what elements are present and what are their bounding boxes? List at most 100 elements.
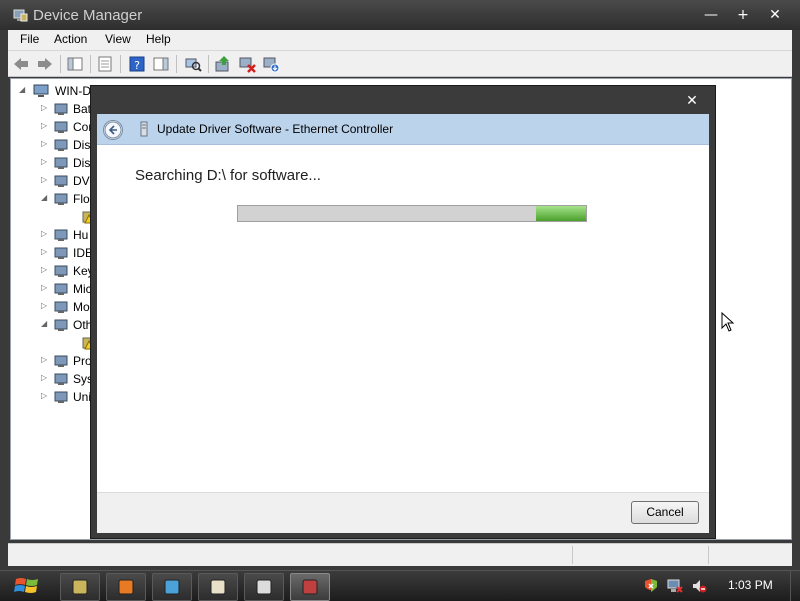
taskbar-item[interactable] — [152, 573, 192, 601]
properties-icon[interactable] — [96, 55, 114, 73]
tree-item[interactable]: ▷ Bat — [11, 101, 101, 117]
tree-item[interactable] — [11, 209, 101, 225]
mouse-cursor-icon — [721, 312, 735, 332]
expand-icon[interactable]: ▷ — [41, 392, 49, 400]
usb-controller-icon — [54, 391, 68, 403]
update-driver-dialog: ✕ Update Driver Software - Ethernet Cont… — [90, 85, 716, 539]
clock[interactable]: 1:03 PM — [728, 578, 773, 592]
tree-item[interactable] — [11, 335, 101, 351]
tree-item[interactable]: ▷ Key — [11, 263, 101, 279]
tree-item[interactable]: ▷ Dis — [11, 137, 101, 153]
expand-icon[interactable]: ▷ — [41, 248, 49, 256]
tree-item-label: Mo — [73, 300, 90, 314]
ide-controller-icon — [54, 247, 68, 259]
tree-item[interactable]: ▷ IDE — [11, 245, 101, 261]
action-center-icon[interactable] — [643, 578, 659, 594]
dialog-content: Update Driver Software - Ethernet Contro… — [97, 114, 709, 533]
collapse-icon[interactable]: ◢ — [19, 86, 27, 94]
scan-hardware-icon[interactable] — [184, 55, 202, 73]
window-title: Device Manager — [33, 7, 143, 24]
tree-root-label: WIN-D — [55, 84, 91, 98]
tree-item[interactable]: ▷ DVI — [11, 173, 101, 189]
taskbar-item[interactable] — [198, 573, 238, 601]
status-cell — [708, 546, 793, 564]
volume-muted-icon[interactable] — [691, 578, 707, 594]
title-bar[interactable]: Device Manager — + ✕ — [0, 0, 800, 30]
expand-icon[interactable]: ▷ — [41, 122, 49, 130]
cancel-button[interactable]: Cancel — [631, 501, 699, 524]
status-bar — [8, 543, 792, 566]
back-arrow-icon[interactable] — [103, 120, 123, 140]
computer-icon — [54, 121, 68, 133]
tree-item[interactable]: ▷ Mo — [11, 299, 101, 315]
tree-item[interactable]: ◢ Oth — [11, 317, 101, 333]
help-icon[interactable]: ? — [128, 55, 146, 73]
menu-help[interactable]: Help — [146, 32, 171, 46]
other-devices-icon — [54, 319, 68, 331]
expand-icon[interactable]: ▷ — [41, 158, 49, 166]
network-icon[interactable] — [667, 578, 683, 594]
floppy-controller-icon — [54, 193, 68, 205]
collapse-icon[interactable]: ◢ — [41, 320, 49, 328]
menu-file[interactable]: File — [20, 32, 39, 46]
show-desktop-button[interactable] — [790, 571, 800, 601]
expand-icon[interactable]: ▷ — [41, 284, 49, 292]
taskbar-item[interactable] — [244, 573, 284, 601]
tree-item-label: Bat — [73, 102, 92, 116]
computer-icon — [33, 84, 49, 97]
dialog-close-button[interactable]: ✕ — [679, 92, 705, 110]
taskbar-item[interactable] — [290, 573, 330, 601]
tree-item[interactable]: ▷ Uni — [11, 389, 101, 405]
expand-icon[interactable]: ▷ — [41, 356, 49, 364]
tree-item[interactable]: ▷ Mic — [11, 281, 101, 297]
tree-item[interactable]: ▷ Sys — [11, 371, 101, 387]
uninstall-icon[interactable] — [238, 55, 256, 73]
update-driver-icon[interactable] — [214, 55, 232, 73]
tree-item-label: Hu — [73, 228, 89, 242]
taskbar-item[interactable] — [106, 573, 146, 601]
menu-bar: File Action View Help — [8, 30, 792, 51]
display-adapter-icon — [54, 157, 68, 169]
tree-item[interactable]: ◢ Flo — [11, 191, 101, 207]
tree-item[interactable]: ▷ Cor — [11, 119, 101, 135]
device-manager-taskbar-icon — [72, 579, 88, 595]
notepad-icon — [210, 579, 226, 595]
collapse-icon[interactable]: ◢ — [41, 194, 49, 202]
expand-icon[interactable]: ▷ — [41, 104, 49, 112]
expand-icon[interactable]: ▷ — [41, 374, 49, 382]
expand-icon[interactable]: ▷ — [41, 266, 49, 274]
dialog-header: Update Driver Software - Ethernet Contro… — [97, 114, 709, 145]
tree-item-label: Dis — [73, 138, 91, 152]
disk-drive-icon — [54, 139, 68, 151]
start-windows-icon[interactable] — [12, 574, 42, 598]
dvd-drive-icon — [54, 175, 68, 187]
tree-item[interactable]: ▷ Dis — [11, 155, 101, 171]
tree-item[interactable]: ▷ Pro — [11, 353, 101, 369]
toolbar: ? — [8, 51, 792, 77]
tree-item[interactable]: ▷ Hu — [11, 227, 101, 243]
taskbar: 1:03 PM — [0, 570, 800, 601]
device-manager-icon — [13, 9, 28, 22]
tree-item-label: Mic — [73, 282, 92, 296]
dialog-title: Update Driver Software - Ethernet Contro… — [157, 122, 394, 136]
close-button[interactable]: ✕ — [762, 6, 788, 24]
expand-icon[interactable]: ▷ — [41, 176, 49, 184]
network-users-icon — [164, 579, 180, 595]
back-icon[interactable] — [12, 55, 30, 73]
disable-icon[interactable] — [262, 55, 280, 73]
taskbar-item[interactable] — [60, 573, 100, 601]
computer-management-icon — [302, 579, 318, 595]
minimize-button[interactable]: — — [698, 6, 724, 24]
menu-action[interactable]: Action — [54, 32, 87, 46]
forward-icon[interactable] — [36, 55, 54, 73]
show-hide-action-pane-icon[interactable] — [152, 55, 170, 73]
show-hide-console-tree-icon[interactable] — [66, 55, 84, 73]
expand-icon[interactable]: ▷ — [41, 140, 49, 148]
expand-icon[interactable]: ▷ — [41, 230, 49, 238]
maximize-button[interactable]: + — [730, 6, 756, 24]
mouse-icon — [54, 283, 68, 295]
menu-view[interactable]: View — [105, 32, 131, 46]
expand-icon[interactable]: ▷ — [41, 302, 49, 310]
tree-item-label: Uni — [73, 390, 92, 404]
monitor-icon — [54, 301, 68, 313]
